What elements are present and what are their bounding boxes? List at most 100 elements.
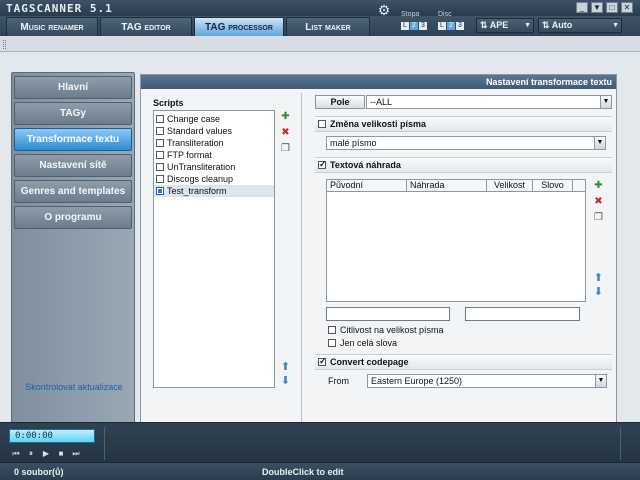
- checkbox[interactable]: [156, 127, 164, 135]
- move-up-icon[interactable]: ⬆: [592, 272, 605, 285]
- list-item[interactable]: Standard values: [154, 125, 274, 137]
- from-label: From: [328, 376, 349, 386]
- move-down-icon[interactable]: ⬇: [279, 375, 292, 388]
- sidebar-item-o-programu[interactable]: O programu: [14, 206, 132, 229]
- toolbar-strip: [0, 36, 640, 52]
- play-icon[interactable]: ▶: [41, 449, 51, 459]
- copy-script-icon[interactable]: ❐: [279, 142, 292, 155]
- disc-option[interactable]: L: [438, 22, 446, 30]
- disc-option[interactable]: 2: [447, 22, 455, 30]
- column-header[interactable]: Velikost: [487, 180, 533, 191]
- list-item[interactable]: Change case: [154, 113, 274, 125]
- tab-list-maker[interactable]: List maker: [286, 17, 370, 36]
- add-row-icon[interactable]: ✚: [592, 179, 605, 192]
- delete-script-icon[interactable]: ✖: [279, 126, 292, 139]
- delete-row-icon[interactable]: ✖: [592, 195, 605, 208]
- format-value: APE: [489, 20, 509, 30]
- title-bar: TAGSCANNER 5.1 _ ▼ □ ✕: [0, 0, 640, 16]
- next-icon[interactable]: ⏭: [71, 449, 81, 459]
- case-change-checkbox[interactable]: [318, 120, 326, 128]
- replace-table[interactable]: Původní Náhrada Velikost Slovo: [326, 179, 586, 302]
- move-up-icon[interactable]: ⬆: [279, 361, 292, 374]
- pole-value: --ALL: [370, 97, 393, 107]
- checkbox[interactable]: [156, 163, 164, 171]
- app-title: TAGSCANNER 5.1: [6, 2, 113, 15]
- whole-words-option[interactable]: Jen celá slova: [328, 338, 397, 348]
- sidebar-item-transformace-textu[interactable]: Transformace textu: [14, 128, 132, 151]
- minimize-button[interactable]: _: [576, 2, 588, 13]
- mode-select[interactable]: ⇅ Auto ▼: [538, 18, 622, 33]
- codepage-value: Eastern Europe (1250): [371, 376, 463, 386]
- pole-button[interactable]: Pole: [315, 95, 365, 109]
- add-script-icon[interactable]: ✚: [279, 110, 292, 123]
- stopa-option[interactable]: L: [401, 22, 409, 30]
- option-label: Citlivost na velikost písma: [340, 325, 444, 335]
- scripts-label: Scripts: [153, 98, 184, 108]
- disc-option[interactable]: 3: [456, 22, 464, 30]
- player-controls: ⏮ ⏸ ▶ ■ ⏭: [11, 449, 81, 459]
- list-item[interactable]: UnTransliteration: [154, 161, 274, 173]
- section-label: Změna velikosti písma: [330, 119, 427, 129]
- codepage-select[interactable]: Eastern Europe (1250) ▼: [367, 374, 607, 388]
- section-label: Textová náhrada: [330, 160, 401, 170]
- sidebar-item-nastaveni-site[interactable]: Nastavení sítě: [14, 154, 132, 177]
- checkbox[interactable]: [156, 139, 164, 147]
- copy-row-icon[interactable]: ❐: [592, 211, 605, 224]
- sidebar-item-genres-templates[interactable]: Genres and templates: [14, 180, 132, 203]
- stopa-option[interactable]: 3: [419, 22, 427, 30]
- close-button[interactable]: ✕: [621, 2, 633, 13]
- script-label: Change case: [167, 114, 221, 124]
- divider: [620, 427, 621, 460]
- dropdown-button[interactable]: ▼: [591, 2, 603, 13]
- gear-icon[interactable]: ⚙: [376, 2, 392, 18]
- column-header[interactable]: Náhrada: [407, 180, 487, 191]
- case-change-section[interactable]: Změna velikosti písma: [315, 116, 612, 132]
- checkbox[interactable]: [156, 115, 164, 123]
- transform-panel: Nastavení transformace textu Scripts Cha…: [140, 74, 617, 454]
- stop-icon[interactable]: ■: [56, 449, 66, 459]
- check-updates-link[interactable]: Skontrolovat aktualizace: [12, 382, 136, 392]
- column-header[interactable]: Slovo: [533, 180, 573, 191]
- case-sensitive-checkbox[interactable]: [328, 326, 336, 334]
- list-item[interactable]: Transliteration: [154, 137, 274, 149]
- sort-down-icon: ⇅: [542, 20, 552, 30]
- stopa-option[interactable]: 2: [410, 22, 418, 30]
- previous-icon[interactable]: ⏮: [11, 449, 21, 459]
- sidebar-item-hlavni[interactable]: Hlavní: [14, 76, 132, 99]
- tab-tag-editor[interactable]: TAG editor: [100, 17, 192, 36]
- text-replace-checkbox[interactable]: [318, 159, 327, 170]
- case-select[interactable]: malé písmo ▼: [326, 136, 606, 150]
- replacement-text-input[interactable]: [465, 307, 580, 321]
- chevron-down-icon: ▼: [600, 96, 611, 108]
- sidebar-item-tagy[interactable]: TAGy: [14, 102, 132, 125]
- codepage-checkbox[interactable]: [318, 356, 327, 367]
- tab-tag-processor[interactable]: TAG processor: [194, 17, 284, 36]
- tab-music-renamer[interactable]: Music renamer: [6, 17, 98, 36]
- column-header[interactable]: Původní: [327, 180, 407, 191]
- move-down-icon[interactable]: ⬇: [592, 286, 605, 299]
- format-select[interactable]: ⇅ APE ▼: [476, 18, 534, 33]
- list-item[interactable]: Discogs cleanup: [154, 173, 274, 185]
- status-bar: 0 soubor(ů) DoubleClick to edit: [0, 462, 640, 480]
- maximize-button[interactable]: □: [606, 2, 618, 13]
- checkbox[interactable]: [156, 187, 164, 195]
- section-label: Convert codepage: [330, 357, 409, 367]
- checkbox[interactable]: [156, 151, 164, 159]
- pole-select[interactable]: --ALL ▼: [366, 95, 612, 109]
- list-item[interactable]: FTP format: [154, 149, 274, 161]
- original-text-input[interactable]: [326, 307, 450, 321]
- pause-icon[interactable]: ⏸: [26, 449, 36, 459]
- checkbox[interactable]: [156, 175, 164, 183]
- whole-words-checkbox[interactable]: [328, 339, 336, 347]
- text-replace-section[interactable]: Textová náhrada: [315, 157, 612, 173]
- grip-handle[interactable]: [3, 40, 6, 49]
- case-sensitive-option[interactable]: Citlivost na velikost písma: [328, 325, 444, 335]
- vertical-divider: [301, 93, 302, 449]
- script-label: UnTransliteration: [167, 162, 236, 172]
- panel-title: Nastavení transformace textu: [141, 75, 616, 89]
- codepage-section[interactable]: Convert codepage: [315, 354, 612, 370]
- stopa-selector: L 2 3: [401, 22, 427, 30]
- list-item[interactable]: Test_transform: [154, 185, 274, 197]
- chevron-down-icon: ▼: [594, 137, 605, 149]
- chevron-down-icon: ▼: [524, 22, 531, 29]
